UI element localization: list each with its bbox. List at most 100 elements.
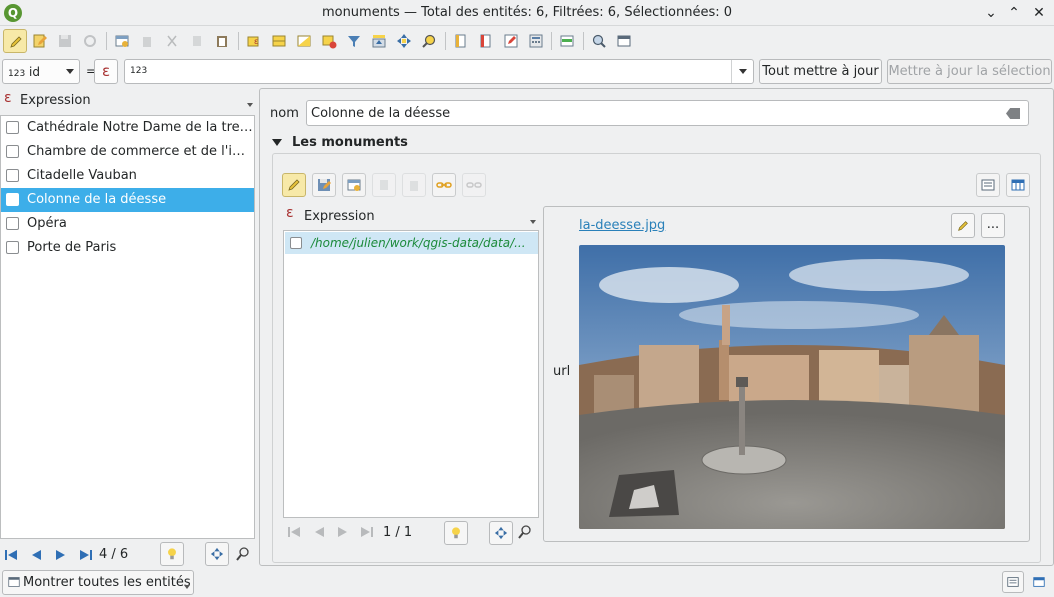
unlink-feature-icon[interactable] [462, 173, 486, 197]
actions-icon[interactable] [587, 29, 611, 53]
title-bar: Q monuments — Total des entités: 6, Filt… [0, 0, 1054, 26]
next-feature-icon[interactable] [54, 548, 68, 562]
group-title[interactable]: Les monuments [292, 135, 408, 150]
delete-field-icon[interactable] [474, 29, 498, 53]
copy-icon[interactable] [185, 29, 209, 53]
value-dropdown-button[interactable] [731, 60, 753, 83]
filter-icon[interactable] [342, 29, 366, 53]
paste-icon[interactable] [210, 29, 234, 53]
form-view-icon[interactable] [976, 173, 1000, 197]
expression-icon: ε [286, 205, 294, 221]
list-item-selected[interactable]: Colonne de la déesse [1, 188, 254, 212]
list-item[interactable]: Chambre de commerce et de l'indu... [1, 140, 254, 164]
update-selection-button[interactable]: Mettre à jour la sélection [887, 59, 1052, 84]
switch-table-view-button[interactable] [1028, 571, 1050, 593]
toggle-editing-icon[interactable] [3, 29, 27, 53]
list-item[interactable]: Citadelle Vauban [1, 164, 254, 188]
pan-child-button[interactable] [489, 521, 513, 545]
organize-columns-icon[interactable] [499, 29, 523, 53]
update-all-button[interactable]: Tout mettre à jour [759, 59, 882, 84]
lightbulb-icon [168, 548, 176, 560]
attribute-table-toolbar: ε [0, 28, 1054, 56]
new-field-icon[interactable] [449, 29, 473, 53]
toggle-editing-child-icon[interactable] [282, 173, 306, 197]
browse-file-button[interactable]: ... [981, 213, 1005, 238]
expression-builder-button[interactable]: ε [94, 59, 118, 84]
clear-icon[interactable] [1006, 108, 1020, 119]
sub-expression-label[interactable]: Expression [304, 209, 375, 224]
highlight-feature-button[interactable] [160, 542, 184, 566]
value-expression-input[interactable]: 123 [124, 59, 754, 84]
image-file-link[interactable]: la-deesse.jpg [579, 218, 665, 233]
duplicate-child-icon[interactable] [372, 173, 396, 197]
display-expression-label: Expression [20, 93, 91, 108]
zoom-to-selected-icon[interactable] [417, 29, 441, 53]
move-selection-top-icon[interactable] [367, 29, 391, 53]
list-item[interactable]: Porte de Paris [1, 236, 254, 260]
checkbox[interactable] [6, 241, 19, 254]
field-update-bar: 123 id = ε 123 Tout mettre à jour Mettre… [0, 59, 1054, 85]
close-button[interactable]: ✕ [1029, 3, 1049, 23]
minimize-button[interactable]: ⌄ [981, 3, 1001, 23]
child-form: url la-deesse.jpg ... [543, 206, 1030, 542]
feature-navigation: 4 / 6 [0, 542, 256, 567]
save-child-edits-icon[interactable] [312, 173, 336, 197]
feature-list-panel: ε Expression Cathédrale Notre Dame de la… [0, 88, 256, 539]
first-child-icon[interactable] [287, 525, 301, 539]
delete-feature-icon[interactable] [135, 29, 159, 53]
chevron-down-icon [530, 220, 536, 224]
checkbox[interactable] [6, 169, 19, 182]
feature-label: Opéra [27, 216, 67, 231]
toolbar-separator [583, 32, 584, 50]
url-label: url [553, 364, 571, 379]
highlight-child-button[interactable] [444, 521, 468, 545]
pan-to-selected-icon[interactable] [392, 29, 416, 53]
next-child-icon[interactable] [336, 525, 350, 539]
last-child-icon[interactable] [360, 525, 374, 539]
previous-feature-icon[interactable] [29, 548, 43, 562]
save-edits-icon[interactable] [53, 29, 77, 53]
maximize-button[interactable]: ⌃ [1004, 3, 1024, 23]
checkbox[interactable] [6, 145, 19, 158]
field-calculator-icon[interactable] [524, 29, 548, 53]
dock-icon[interactable] [612, 29, 636, 53]
checkbox[interactable] [6, 217, 19, 230]
nom-field[interactable]: Colonne de la déesse [306, 100, 1029, 126]
edit-path-button[interactable] [951, 213, 975, 238]
feature-form: nom Colonne de la déesse Les monuments ε… [259, 88, 1054, 566]
invert-selection-icon[interactable] [292, 29, 316, 53]
switch-form-view-button[interactable] [1002, 571, 1024, 593]
previous-child-icon[interactable] [312, 525, 326, 539]
select-by-expression-icon[interactable]: ε [242, 29, 266, 53]
checkbox[interactable] [290, 237, 302, 249]
cut-icon[interactable] [160, 29, 184, 53]
collapse-arrow-icon[interactable] [272, 139, 282, 146]
last-feature-icon[interactable] [79, 548, 93, 562]
auto-pan-button[interactable] [205, 542, 229, 566]
conditional-formatting-icon[interactable] [555, 29, 579, 53]
deselect-icon[interactable] [317, 29, 341, 53]
filter-label: Montrer toutes les entités [23, 575, 191, 590]
add-feature-icon[interactable] [110, 29, 134, 53]
checkbox[interactable] [6, 121, 19, 134]
checkbox[interactable] [6, 193, 19, 206]
table-view-icon[interactable] [1006, 173, 1030, 197]
zoom-child-icon[interactable] [517, 524, 533, 540]
filter-combo[interactable]: Montrer toutes les entités [2, 570, 194, 595]
form-view-icon [1007, 577, 1019, 587]
feature-label: Citadelle Vauban [27, 168, 137, 183]
add-child-feature-icon[interactable] [342, 173, 366, 197]
field-selector-combo[interactable]: 123 id [2, 59, 80, 84]
zoom-feature-icon[interactable] [235, 546, 251, 562]
list-item[interactable]: /home/julien/work/qgis-data/data/... [285, 232, 538, 254]
toolbar-separator [106, 32, 107, 50]
link-feature-icon[interactable] [432, 173, 456, 197]
select-all-icon[interactable] [267, 29, 291, 53]
display-expression-header[interactable]: ε Expression [0, 88, 256, 112]
delete-child-icon[interactable] [402, 173, 426, 197]
list-item[interactable]: Opéra [1, 212, 254, 236]
reload-icon[interactable] [78, 29, 102, 53]
list-item[interactable]: Cathédrale Notre Dame de la treille [1, 116, 254, 140]
multi-edit-icon[interactable] [28, 29, 52, 53]
first-feature-icon[interactable] [4, 548, 18, 562]
